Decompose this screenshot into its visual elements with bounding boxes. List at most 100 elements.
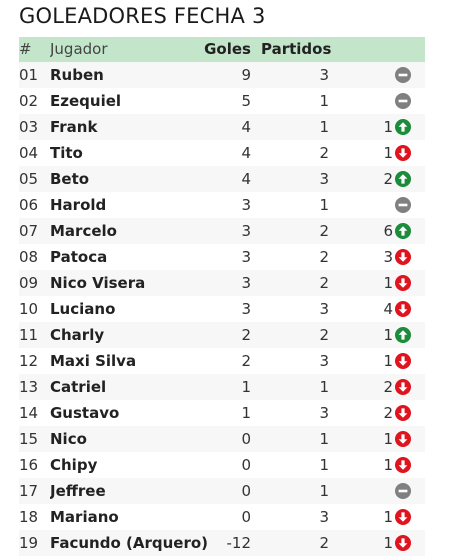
position-change: 1 bbox=[383, 352, 393, 370]
table-row: 12 Maxi Silva 2 3 1 bbox=[19, 348, 425, 374]
player-name: Maxi Silva bbox=[50, 352, 137, 370]
goals-value: 9 bbox=[241, 66, 251, 84]
matches-value: 2 bbox=[319, 144, 329, 162]
player-name: Nico bbox=[50, 430, 87, 448]
row-num: 17 bbox=[19, 482, 39, 500]
matches-value: 2 bbox=[319, 534, 329, 552]
matches-value: 2 bbox=[319, 326, 329, 344]
matches-value: 1 bbox=[319, 482, 329, 500]
table-row: 18 Mariano 0 3 1 bbox=[19, 504, 425, 530]
table-row: 03 Frank 4 1 1 bbox=[19, 114, 425, 140]
row-num: 09 bbox=[19, 274, 39, 292]
goals-value: -12 bbox=[226, 534, 252, 552]
player-name: Ezequiel bbox=[50, 92, 122, 110]
arrow-up-icon bbox=[395, 119, 411, 135]
player-name: Catriel bbox=[50, 378, 107, 396]
arrow-down-icon bbox=[395, 509, 411, 525]
arrow-down-icon bbox=[395, 353, 411, 369]
header-goals: Goles bbox=[204, 40, 251, 58]
matches-value: 1 bbox=[319, 196, 329, 214]
position-change: 1 bbox=[383, 144, 393, 162]
player-name: Frank bbox=[50, 118, 98, 136]
goals-value: 0 bbox=[241, 508, 251, 526]
goals-value: 3 bbox=[241, 274, 251, 292]
row-num: 10 bbox=[19, 300, 39, 318]
row-num: 03 bbox=[19, 118, 39, 136]
header-player: Jugador bbox=[50, 40, 108, 58]
goals-value: 3 bbox=[241, 248, 251, 266]
goals-value: 2 bbox=[241, 326, 251, 344]
arrow-down-icon bbox=[395, 457, 411, 473]
matches-value: 1 bbox=[319, 378, 329, 396]
table-row: 13 Catriel 1 1 2 bbox=[19, 374, 425, 400]
position-change: 2 bbox=[383, 404, 393, 422]
minus-circle-icon bbox=[395, 93, 411, 109]
goals-value: 0 bbox=[241, 482, 251, 500]
row-num: 15 bbox=[19, 430, 39, 448]
table-row: 19 Facundo (Arquero) -12 2 1 bbox=[19, 530, 425, 556]
goals-value: 3 bbox=[241, 300, 251, 318]
row-num: 14 bbox=[19, 404, 39, 422]
arrow-down-icon bbox=[395, 301, 411, 317]
player-name: Luciano bbox=[50, 300, 116, 318]
goals-value: 0 bbox=[241, 456, 251, 474]
player-name: Marcelo bbox=[50, 222, 117, 240]
row-num: 02 bbox=[19, 92, 39, 110]
arrow-down-icon bbox=[395, 249, 411, 265]
position-change: 1 bbox=[383, 508, 393, 526]
row-num: 16 bbox=[19, 456, 39, 474]
scorers-page: GOLEADORES FECHA 3 # Jugador Goles Parti… bbox=[0, 0, 472, 559]
matches-value: 1 bbox=[319, 456, 329, 474]
matches-value: 2 bbox=[319, 274, 329, 292]
arrow-down-icon bbox=[395, 405, 411, 421]
player-name: Charly bbox=[50, 326, 105, 344]
player-name: Tito bbox=[50, 144, 83, 162]
player-name: Beto bbox=[50, 170, 90, 188]
row-num: 01 bbox=[19, 66, 39, 84]
arrow-down-icon bbox=[395, 379, 411, 395]
goals-value: 1 bbox=[241, 378, 251, 396]
goals-value: 4 bbox=[241, 118, 251, 136]
goals-value: 2 bbox=[241, 352, 251, 370]
position-change: 2 bbox=[383, 170, 393, 188]
position-change: 3 bbox=[383, 248, 393, 266]
player-name: Ruben bbox=[50, 66, 104, 84]
goals-value: 5 bbox=[241, 92, 251, 110]
position-change: 1 bbox=[383, 456, 393, 474]
position-change: 2 bbox=[383, 378, 393, 396]
arrow-down-icon bbox=[395, 535, 411, 551]
header-num: # bbox=[19, 40, 32, 58]
table-row: 07 Marcelo 3 2 6 bbox=[19, 218, 425, 244]
table-row: 16 Chipy 0 1 1 bbox=[19, 452, 425, 478]
player-name: Chipy bbox=[50, 456, 98, 474]
table-row: 11 Charly 2 2 1 bbox=[19, 322, 425, 348]
table-row: 17 Jeffree 0 1 bbox=[19, 478, 425, 504]
position-change: 1 bbox=[383, 534, 393, 552]
matches-value: 3 bbox=[319, 170, 329, 188]
table-row: 06 Harold 3 1 bbox=[19, 192, 425, 218]
player-name: Facundo (Arquero) bbox=[50, 534, 209, 552]
goals-value: 1 bbox=[241, 404, 251, 422]
row-num: 05 bbox=[19, 170, 39, 188]
arrow-down-icon bbox=[395, 145, 411, 161]
row-num: 18 bbox=[19, 508, 39, 526]
row-num: 06 bbox=[19, 196, 39, 214]
position-change: 6 bbox=[383, 222, 393, 240]
position-change: 1 bbox=[383, 326, 393, 344]
table-row: 15 Nico 0 1 1 bbox=[19, 426, 425, 452]
table-row: 01 Ruben 9 3 bbox=[19, 62, 425, 88]
goals-value: 3 bbox=[241, 196, 251, 214]
table-row: 08 Patoca 3 2 3 bbox=[19, 244, 425, 270]
arrow-up-icon bbox=[395, 171, 411, 187]
matches-value: 3 bbox=[319, 508, 329, 526]
table-row: 09 Nico Visera 3 2 1 bbox=[19, 270, 425, 296]
row-num: 08 bbox=[19, 248, 39, 266]
matches-value: 3 bbox=[319, 66, 329, 84]
table-body: 01 Ruben 9 3 02 Ezequiel 5 1 03 Frank 4 1 1 04 Tito 4 2 1… bbox=[19, 62, 425, 556]
player-name: Patoca bbox=[50, 248, 108, 266]
table-row: 04 Tito 4 2 1 bbox=[19, 140, 425, 166]
minus-circle-icon bbox=[395, 483, 411, 499]
page-title: GOLEADORES FECHA 3 bbox=[19, 4, 266, 28]
player-name: Jeffree bbox=[50, 482, 106, 500]
row-num: 07 bbox=[19, 222, 39, 240]
